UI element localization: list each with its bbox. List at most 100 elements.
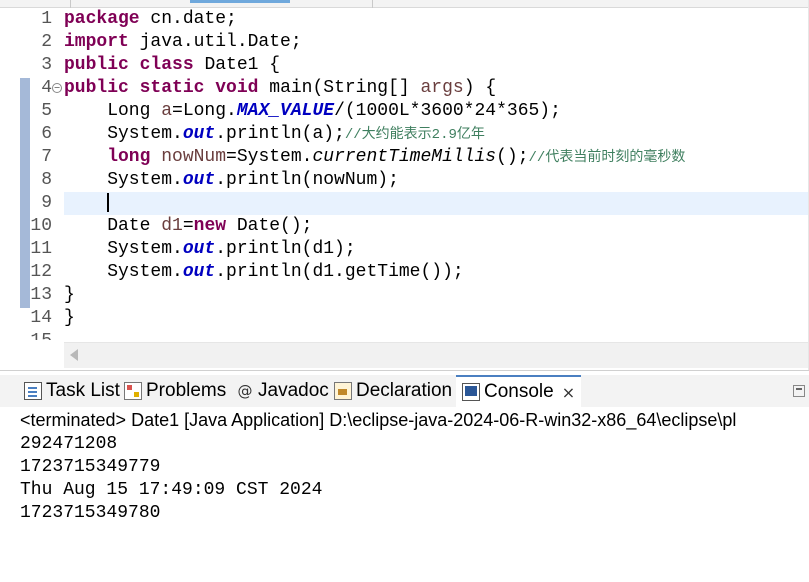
static-method: currentTimeMillis xyxy=(312,147,497,167)
tab-label: Console xyxy=(484,381,554,402)
code-text: Long xyxy=(64,101,162,121)
task-list-icon xyxy=(24,382,42,400)
code-line[interactable]: Date d1=new Date(); xyxy=(64,215,808,238)
code-line[interactable]: System.out.println(d1.getTime()); xyxy=(64,261,808,284)
code-text: Date1 { xyxy=(193,55,281,75)
code-text: /(1000L*3600*24*365); xyxy=(334,101,561,121)
code-text: .println(d1); xyxy=(215,239,356,259)
console-process-label: <terminated> Date1 [Java Application] D:… xyxy=(20,410,737,430)
variable-name: d1 xyxy=(161,216,183,236)
text-caret xyxy=(107,192,110,212)
code-line[interactable]: } xyxy=(64,284,808,307)
keyword: void xyxy=(215,78,259,98)
parameter-name: args xyxy=(420,78,464,98)
tab-separator xyxy=(372,0,373,8)
keyword: new xyxy=(193,216,227,236)
code-line[interactable]: long nowNum=System.currentTimeMillis();/… xyxy=(64,146,808,169)
keyword: public xyxy=(64,78,129,98)
keyword: public xyxy=(64,55,129,75)
code-text: .println(nowNum); xyxy=(215,170,399,190)
fold-toggle-icon[interactable]: − xyxy=(52,83,62,93)
tab-label: Declaration xyxy=(356,380,453,401)
code-line[interactable]: public class Date1 { xyxy=(64,54,808,77)
code-line[interactable]: System.out.println(d1); xyxy=(64,238,808,261)
problems-icon xyxy=(124,382,142,400)
code-text: =Long. xyxy=(172,101,237,121)
code-text: Date(); xyxy=(226,216,313,236)
code-text: System. xyxy=(64,124,183,144)
line-number: 15 xyxy=(0,330,60,340)
tab-declaration[interactable]: Declaration xyxy=(328,375,458,407)
tab-label: Javadoc xyxy=(258,380,329,401)
tab-label: Problems xyxy=(146,380,227,401)
line-number: 11 xyxy=(30,239,52,259)
line-number-ruler: 1 2 3 4 − 5 6 7 8 9 10 11 12 13 14 15 xyxy=(0,8,64,340)
console-output-line: 1723715349779 xyxy=(20,457,161,477)
code-line[interactable]: System.out.println(a);//大约能表示2.9亿年 xyxy=(64,123,808,146)
code-line[interactable]: Long a=Long.MAX_VALUE/(1000L*3600*24*365… xyxy=(64,100,808,123)
line-number: 12 xyxy=(30,262,52,282)
line-number: 1 xyxy=(41,9,52,29)
code-text-area[interactable]: package cn.date; import java.util.Date; … xyxy=(64,8,808,340)
code-line[interactable]: } xyxy=(64,307,808,330)
scroll-left-icon[interactable] xyxy=(70,349,78,361)
console-output-line: 292471208 xyxy=(20,434,118,454)
static-field: out xyxy=(182,124,216,144)
tab-task-list[interactable]: Task List xyxy=(18,375,126,407)
code-text: System. xyxy=(64,262,183,282)
code-line[interactable]: package cn.date; xyxy=(64,8,808,31)
tab-console[interactable]: Console × xyxy=(456,375,582,407)
code-text: main(String[] xyxy=(258,78,421,98)
line-number: 8 xyxy=(41,170,52,190)
keyword: static xyxy=(139,78,205,98)
editor-tab-strip xyxy=(0,0,808,8)
line-number: 4 xyxy=(41,78,52,98)
keyword: package xyxy=(64,9,140,29)
keyword: import xyxy=(64,32,129,52)
line-number: 10 xyxy=(30,216,52,236)
tab-problems[interactable]: Problems xyxy=(118,375,232,407)
line-number: 9 xyxy=(41,193,52,213)
line-number: 7 xyxy=(41,147,52,167)
code-text: System. xyxy=(64,170,183,190)
current-code-line[interactable] xyxy=(64,192,808,215)
code-comment: //大约能表示2.9亿年 xyxy=(344,127,485,143)
static-field: out xyxy=(182,262,216,282)
javadoc-icon: @ xyxy=(237,382,253,400)
active-editor-tab[interactable] xyxy=(190,0,290,3)
horizontal-scrollbar[interactable] xyxy=(64,342,808,368)
code-text: } xyxy=(64,308,75,328)
line-number: 5 xyxy=(41,101,52,121)
code-text: } xyxy=(64,285,75,305)
static-field: out xyxy=(182,239,216,259)
variable-name: nowNum xyxy=(150,147,227,167)
declaration-icon xyxy=(334,382,352,400)
console-output-line: 1723715349780 xyxy=(20,503,161,523)
minimize-panel-button[interactable] xyxy=(793,385,805,397)
code-text: System. xyxy=(64,239,183,259)
code-text: .println(d1.getTime()); xyxy=(215,262,464,282)
code-text: java.util.Date; xyxy=(128,32,302,52)
console-output[interactable]: 292471208 1723715349779 Thu Aug 15 17:49… xyxy=(20,433,809,525)
code-text: ) { xyxy=(463,78,497,98)
code-text: = xyxy=(182,216,194,236)
line-number: 2 xyxy=(41,32,52,52)
keyword: long xyxy=(64,147,151,167)
code-line[interactable]: public static void main(String[] args) { xyxy=(64,77,808,100)
static-field: MAX_VALUE xyxy=(236,101,335,121)
line-number: 14 xyxy=(30,308,52,328)
code-text: =System. xyxy=(226,147,313,167)
close-icon[interactable]: × xyxy=(562,383,575,402)
code-line[interactable]: import java.util.Date; xyxy=(64,31,808,54)
tab-separator xyxy=(70,0,71,8)
code-text: .println(a); xyxy=(215,124,345,144)
bottom-panel: Task List Problems @ Javadoc Declaration… xyxy=(0,370,809,582)
line-number: 13 xyxy=(30,285,52,305)
tab-javadoc[interactable]: @ Javadoc xyxy=(230,375,335,407)
code-line[interactable]: System.out.println(nowNum); xyxy=(64,169,808,192)
variable-name: a xyxy=(161,101,173,121)
code-editor[interactable]: 1 2 3 4 − 5 6 7 8 9 10 11 12 13 14 15 pa… xyxy=(0,0,809,370)
code-comment: //代表当前时刻的毫秒数 xyxy=(528,150,686,166)
console-icon xyxy=(462,383,480,401)
